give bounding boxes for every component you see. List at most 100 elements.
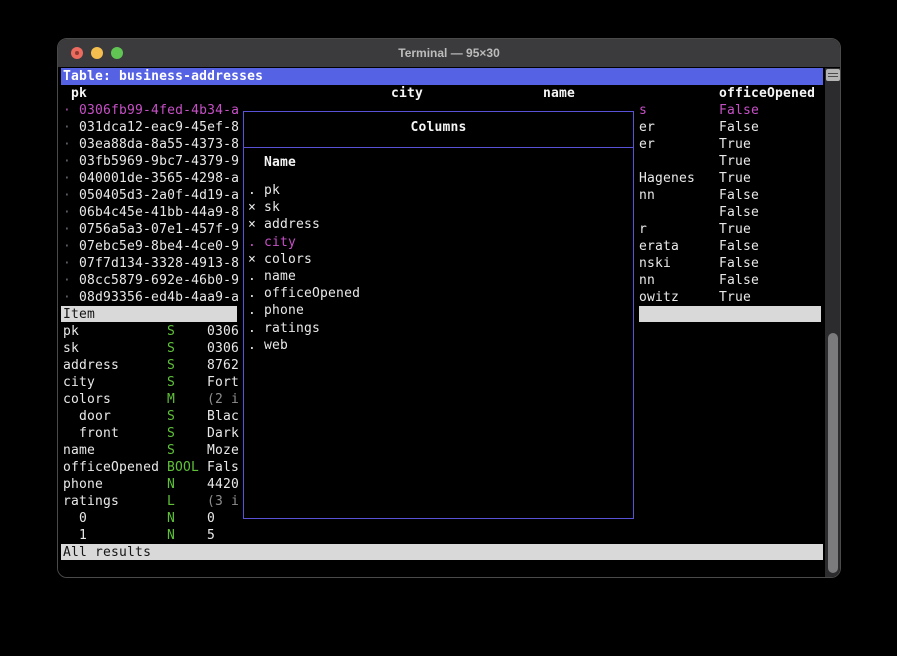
cell-name-fragment: er: [639, 136, 655, 153]
attribute-value: Dark: [207, 425, 239, 442]
row-bullet-icon: ·: [63, 170, 71, 187]
column-name-label: ratings: [264, 320, 320, 337]
status-bar: All results: [61, 544, 823, 560]
column-header-name: name: [543, 85, 575, 102]
table-title-bar: Table: business-addresses: [61, 68, 823, 85]
columns-modal-item[interactable]: . name: [244, 268, 633, 285]
cell-office-opened: True: [719, 289, 751, 306]
window-title: Terminal — 95×30: [58, 39, 840, 67]
column-visibility-marker-icon: .: [248, 182, 256, 199]
attribute-name: pk: [63, 323, 79, 340]
row-bullet-icon: ·: [63, 102, 71, 119]
column-visibility-marker-icon: ×: [248, 199, 256, 216]
column-name-label: address: [264, 216, 320, 233]
column-visibility-marker-icon: .: [248, 320, 256, 337]
column-name-label: colors: [264, 251, 312, 268]
row-bullet-icon: ·: [63, 187, 71, 204]
columns-modal-item[interactable]: .phone: [244, 302, 633, 319]
cell-name-fragment: nn: [639, 187, 655, 204]
attribute-name: address: [63, 357, 119, 374]
row-bullet-icon: ·: [63, 221, 71, 238]
cell-office-opened: True: [719, 153, 751, 170]
attribute-name: phone: [63, 476, 103, 493]
attribute-name: 1: [79, 527, 87, 544]
column-name-label: pk: [264, 182, 280, 199]
attribute-value: 0306: [207, 340, 239, 357]
cell-office-opened: True: [719, 221, 751, 238]
attribute-value: 5: [207, 527, 215, 544]
attribute-type: N: [167, 476, 175, 493]
cell-pk: 050405d3-2a0f-4d19-a: [79, 187, 239, 204]
columns-modal-item[interactable]: .web: [244, 337, 633, 354]
cell-pk: 07f7d134-3328-4913-8: [79, 255, 239, 272]
attribute-type: S: [167, 425, 175, 442]
columns-modal: Columns Name .pk×sk×address.city×colors.…: [243, 111, 634, 519]
attribute-type: S: [167, 408, 175, 425]
row-bullet-icon: ·: [63, 238, 71, 255]
terminal-content: Table: business-addresses pk city name o…: [58, 67, 840, 578]
row-bullet-icon: ·: [63, 119, 71, 136]
column-visibility-marker-icon: .: [248, 337, 256, 354]
column-visibility-marker-icon: ×: [248, 251, 256, 268]
attribute-type: N: [167, 510, 175, 527]
column-name-label: city: [264, 234, 296, 251]
column-visibility-marker-icon: .: [248, 285, 256, 302]
columns-modal-item[interactable]: . pk: [244, 182, 633, 199]
column-visibility-marker-icon: ×: [248, 216, 256, 233]
cell-pk: 031dca12-eac9-45ef-8: [79, 119, 239, 136]
columns-modal-item[interactable]: . officeOpened: [244, 285, 633, 302]
column-visibility-marker-icon: .: [248, 268, 256, 285]
attribute-name: sk: [63, 340, 79, 357]
table-header-row: pk city name officeOpened: [58, 85, 820, 102]
attribute-type: S: [167, 442, 175, 459]
column-visibility-marker-icon: .: [248, 234, 256, 251]
cell-office-opened: False: [719, 102, 759, 119]
columns-modal-column-header: Name: [264, 154, 296, 171]
attribute-type: N: [167, 527, 175, 544]
columns-modal-item[interactable]: × colors: [244, 251, 633, 268]
attribute-value: Moze: [207, 442, 239, 459]
attribute-value: (2 i: [207, 391, 239, 408]
cell-office-opened: False: [719, 255, 759, 272]
attribute-name: officeOpened: [63, 459, 159, 476]
column-name-label: name: [264, 268, 296, 285]
row-bullet-icon: ·: [63, 204, 71, 221]
desktop: Terminal — 95×30 Table: business-address…: [0, 0, 897, 656]
columns-modal-item[interactable]: . city: [244, 234, 633, 251]
cell-office-opened: False: [719, 187, 759, 204]
column-visibility-marker-icon: .: [248, 302, 256, 319]
attribute-value: (3 i: [207, 493, 239, 510]
minimize-button[interactable]: [91, 47, 103, 59]
terminal-window: Terminal — 95×30 Table: business-address…: [57, 38, 841, 578]
attribute-value: Fort: [207, 374, 239, 391]
cell-office-opened: False: [719, 204, 759, 221]
columns-modal-item[interactable]: ×sk: [244, 199, 633, 216]
attribute-type: M: [167, 391, 175, 408]
row-bullet-icon: ·: [63, 153, 71, 170]
cell-name-fragment: Hagenes: [639, 170, 695, 187]
cell-pk: 03fb5969-9bc7-4379-9: [79, 153, 239, 170]
row-bullet-icon: ·: [63, 255, 71, 272]
column-header-pk: pk: [71, 85, 87, 102]
status-bar-label: All results: [63, 545, 151, 560]
attribute-type: S: [167, 374, 175, 391]
scrollbar-track[interactable]: [825, 68, 841, 578]
columns-modal-item[interactable]: . ratings: [244, 320, 633, 337]
item-attribute-row[interactable]: 1 N 5: [58, 527, 298, 544]
scrollbar-marker-icon: [826, 69, 840, 81]
cell-name-fragment: erata: [639, 238, 679, 255]
item-panel-header: Item: [61, 306, 237, 322]
cell-pk: 06b4c45e-41bb-44a9-8: [79, 204, 239, 221]
close-button[interactable]: [71, 47, 83, 59]
title-bar[interactable]: Terminal — 95×30: [58, 39, 840, 67]
columns-modal-item[interactable]: × address: [244, 216, 633, 233]
scrollbar-thumb[interactable]: [828, 333, 838, 573]
cell-name-fragment: s: [639, 102, 647, 119]
attribute-type: S: [167, 340, 175, 357]
item-panel-header-label: Item: [63, 307, 95, 322]
column-name-label: officeOpened: [264, 285, 360, 302]
zoom-button[interactable]: [111, 47, 123, 59]
attribute-name: colors: [63, 391, 111, 408]
column-header-city: city: [391, 85, 423, 102]
cell-office-opened: True: [719, 170, 751, 187]
